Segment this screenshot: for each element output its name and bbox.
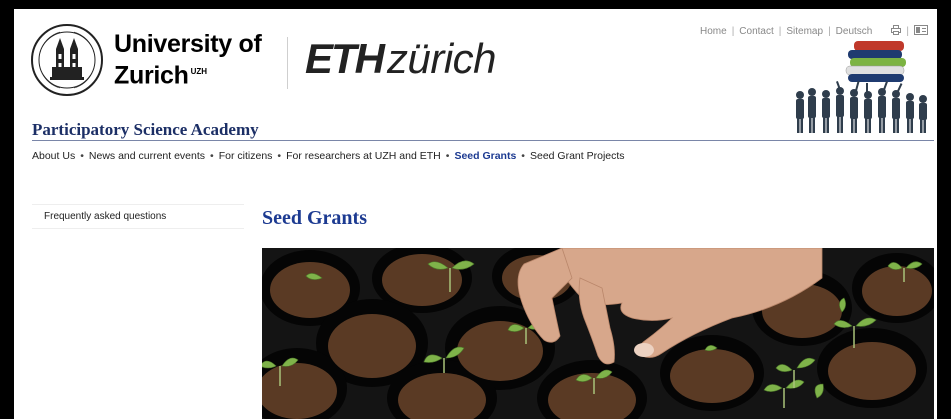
sidebar: Frequently asked questions <box>32 204 244 229</box>
topnav-home[interactable]: Home <box>700 26 727 37</box>
eth-logo-rest: zürich <box>387 35 497 82</box>
title-underline <box>32 140 934 141</box>
uzh-name-line1: University of <box>114 29 262 58</box>
browser-page: University of Zurich UZH ETHzürich Home |… <box>14 9 937 419</box>
sidebar-item-faq[interactable]: Frequently asked questions <box>32 204 244 229</box>
nav-about-us[interactable]: About Us <box>32 150 75 162</box>
nav-separator: • <box>445 150 450 162</box>
crowd-with-books-illustration <box>796 41 927 133</box>
nav-news[interactable]: News and current events <box>89 150 205 162</box>
nav-separator: • <box>80 150 84 162</box>
separator: | <box>731 26 735 37</box>
uzh-seal-icon <box>31 24 103 96</box>
topnav-contact[interactable]: Contact <box>739 26 773 37</box>
eth-logo[interactable]: ETHzürich <box>305 35 497 83</box>
fingernail <box>634 343 654 357</box>
separator: | <box>906 26 909 37</box>
separator: | <box>828 26 831 37</box>
seedling-tray-photo <box>262 248 934 419</box>
uzh-wordmark: University of Zurich UZH <box>114 29 262 90</box>
site-title[interactable]: Participatory Science Academy <box>32 120 259 140</box>
nav-for-researchers[interactable]: For researchers at UZH and ETH <box>286 150 441 162</box>
uzh-name-line2: Zurich <box>114 61 189 90</box>
people-silhouettes-icon <box>796 80 927 133</box>
eth-logo-bold: ETH <box>305 35 385 82</box>
nav-separator: • <box>277 150 282 162</box>
page-title: Seed Grants <box>262 207 367 229</box>
main-nav: About Us • News and current events • For… <box>32 150 625 162</box>
topnav-sitemap[interactable]: Sitemap <box>786 26 823 37</box>
books-stack-icon <box>845 41 906 82</box>
separator: | <box>778 26 782 37</box>
nav-for-citizens[interactable]: For citizens <box>219 150 273 162</box>
uzh-superscript: UZH <box>190 66 208 76</box>
topnav-deutsch[interactable]: Deutsch <box>836 26 873 37</box>
logo-divider <box>287 37 288 89</box>
nav-seed-grants[interactable]: Seed Grants <box>454 150 516 162</box>
nav-separator: • <box>521 150 525 162</box>
nav-separator: • <box>210 150 214 162</box>
uzh-logo[interactable]: University of Zurich UZH <box>30 23 262 97</box>
nav-seed-grant-projects[interactable]: Seed Grant Projects <box>530 150 625 162</box>
